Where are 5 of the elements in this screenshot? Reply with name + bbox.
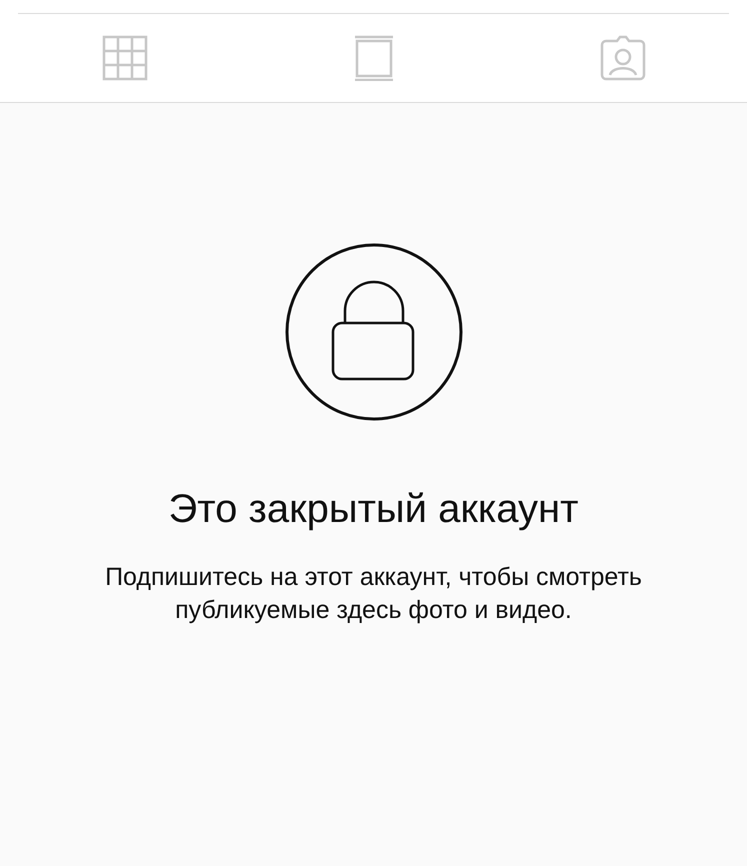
grid-icon xyxy=(102,35,148,81)
tagged-person-icon xyxy=(600,35,646,81)
private-account-message: Подпишитесь на этот аккаунт, чтобы смотреть публикуемые здесь фото и видео. xyxy=(104,562,643,626)
lock-icon xyxy=(284,243,462,421)
private-account-title: Это закрытый аккаунт xyxy=(168,486,580,533)
